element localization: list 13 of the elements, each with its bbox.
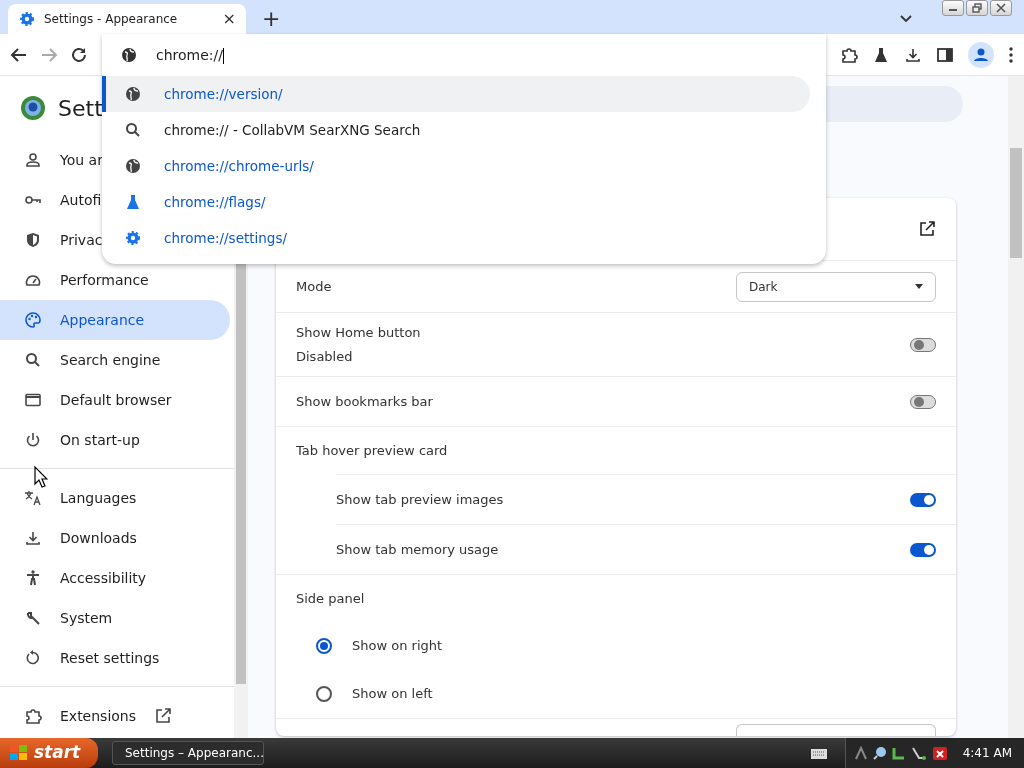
setting-label: Show Home button	[296, 324, 421, 342]
setting-label: Show bookmarks bar	[296, 392, 433, 411]
setting-label: Mode	[296, 277, 332, 296]
tab-title: Settings - Appearance	[44, 11, 179, 28]
section-heading: Side panel	[296, 589, 365, 608]
setting-label: Show tab preview images	[336, 490, 504, 509]
radio-label: Show on right	[352, 637, 443, 656]
setting-label: Show tab memory usage	[336, 540, 499, 559]
clock: 4:41 AM	[962, 745, 1012, 762]
setting-sublabel: Disabled	[296, 347, 354, 366]
radio-label: Show on left	[352, 685, 433, 704]
section-heading: Tab hover preview card	[296, 441, 448, 460]
page-title: Sett	[58, 94, 103, 123]
